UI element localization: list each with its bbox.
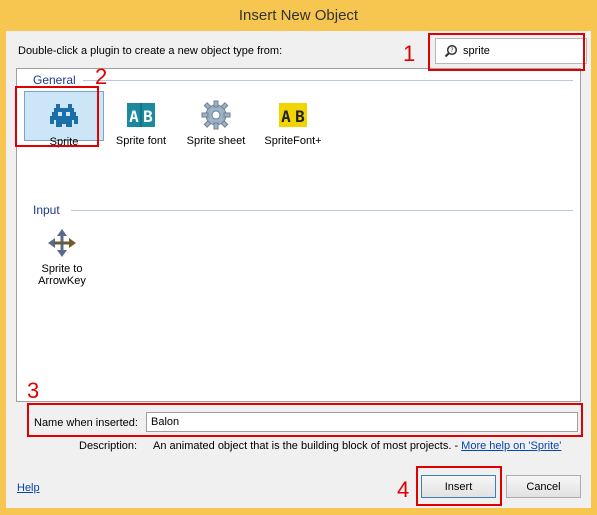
group-header-input: Input [33, 203, 60, 217]
ab-font-icon: A B [127, 103, 155, 127]
window-title: Insert New Object [238, 7, 359, 24]
annotation-number-4: 4 [397, 477, 410, 502]
object-list: General Sprite A B Sprite font Sprite sh… [16, 68, 581, 402]
description-label: Description: [79, 440, 138, 452]
object-item-label: Sprite to ArrowKey [38, 263, 86, 287]
instruction-text: Double-click a plugin to create a new ob… [18, 45, 283, 57]
description-body: An animated object that is the building … [153, 440, 459, 452]
annotation-box-search [428, 33, 585, 71]
four-arrows-icon [48, 229, 76, 257]
object-item-label: Sprite sheet [186, 135, 246, 147]
ab-font-yellow-icon: A B [279, 103, 307, 127]
annotation-box-insert [416, 466, 502, 506]
cancel-button[interactable]: Cancel [506, 475, 581, 498]
group-divider [83, 80, 573, 81]
annotation-number-3: 3 [27, 378, 40, 403]
annotation-number-2: 2 [95, 64, 108, 89]
svg-text:B: B [295, 107, 305, 126]
object-item-spritefont-plus[interactable]: A B SpriteFont+ [253, 91, 333, 147]
help-link[interactable]: Help [17, 482, 40, 494]
object-item-label: SpriteFont+ [264, 135, 322, 147]
annotation-box-name [27, 403, 583, 437]
object-item-sprite-to-arrowkey[interactable]: Sprite to ArrowKey [22, 219, 102, 287]
group-header-general: General [33, 73, 76, 87]
annotation-box-sprite [15, 86, 99, 147]
more-help-link[interactable]: More help on 'Sprite' [461, 440, 561, 452]
svg-text:A: A [129, 107, 139, 126]
description-text: An animated object that is the building … [153, 440, 561, 452]
annotation-number-1: 1 [403, 41, 416, 66]
svg-text:B: B [143, 107, 153, 126]
group-divider [71, 210, 573, 211]
object-item-label: Sprite font [115, 135, 167, 147]
object-item-sprite-font[interactable]: A B Sprite font [101, 91, 181, 147]
gear-icon [201, 100, 231, 130]
object-item-sprite-sheet[interactable]: Sprite sheet [173, 91, 259, 147]
svg-text:A: A [281, 107, 291, 126]
